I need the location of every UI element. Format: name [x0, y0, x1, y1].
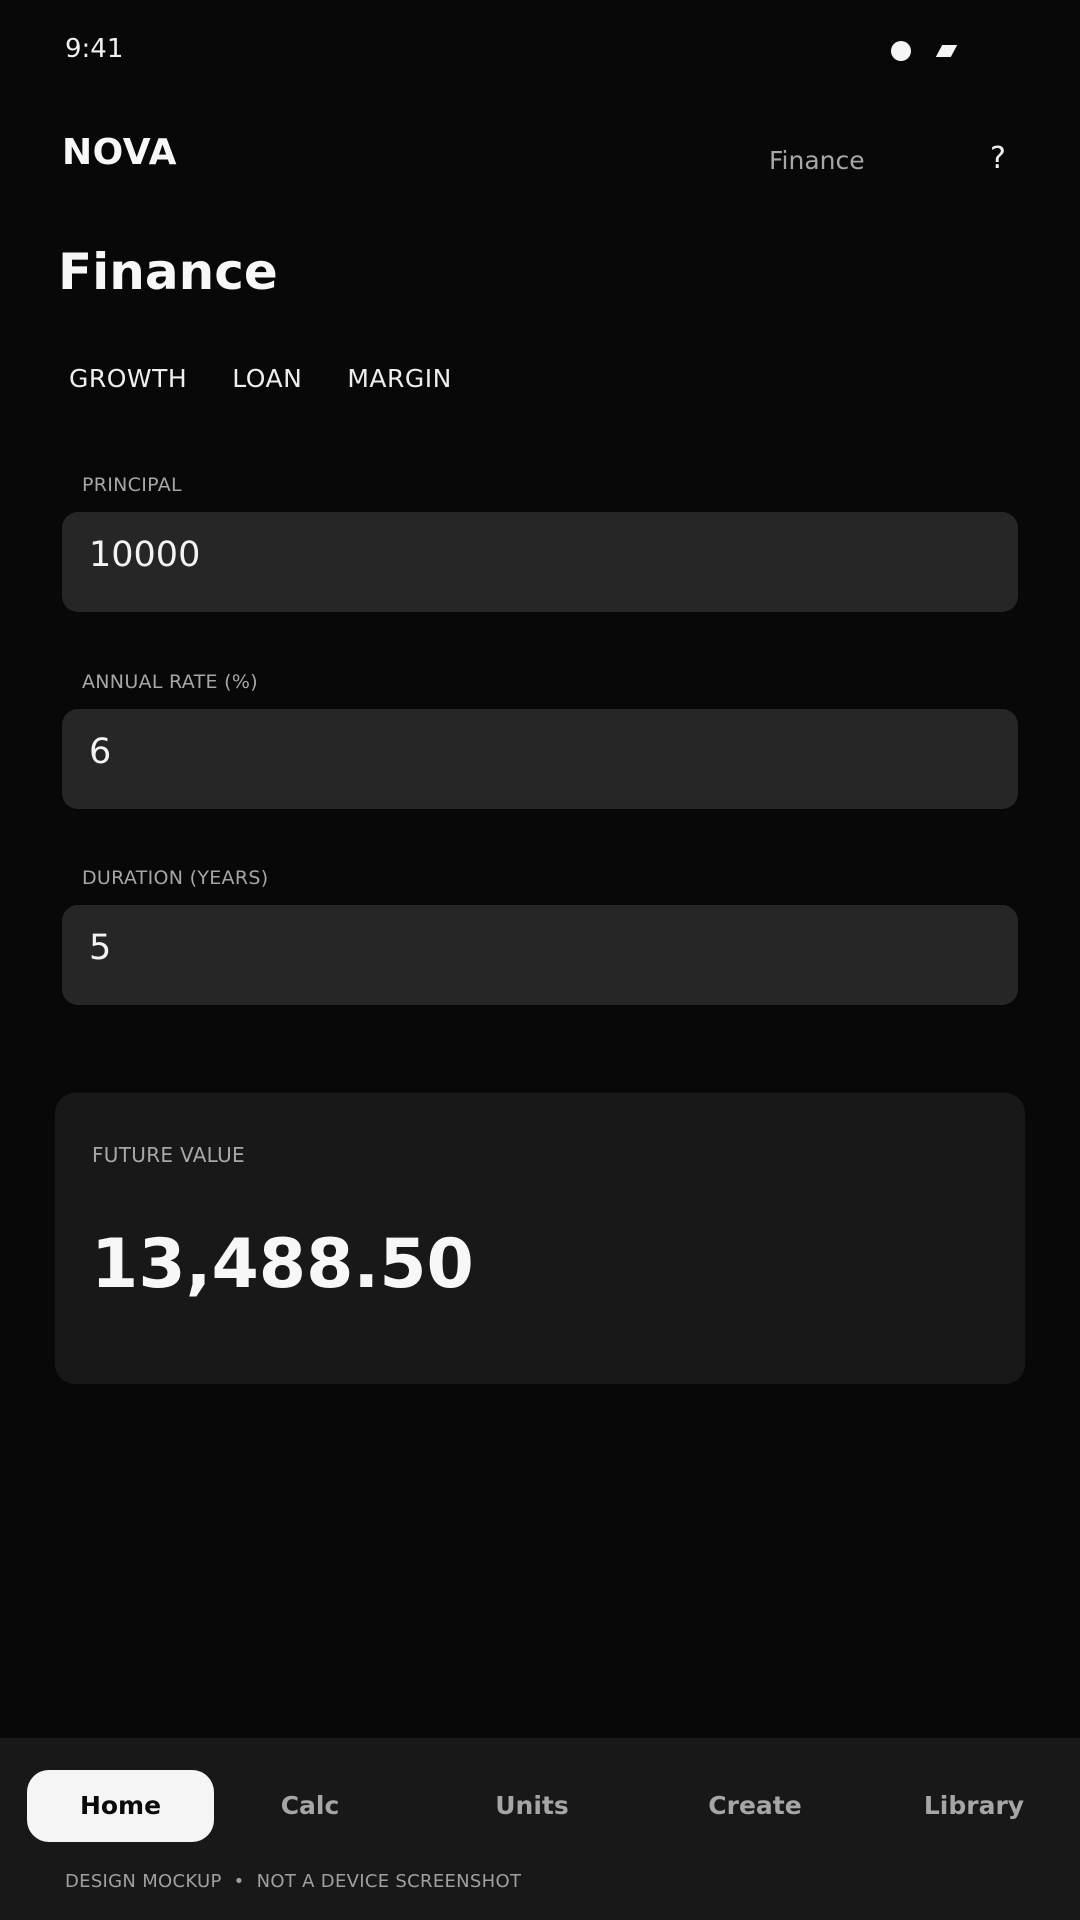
page-title: Finance — [58, 243, 278, 301]
nav-home[interactable]: Home — [27, 1770, 214, 1842]
tab-growth[interactable]: GROWTH — [69, 364, 187, 393]
tab-margin[interactable]: MARGIN — [347, 364, 452, 393]
nav-create[interactable]: Create — [685, 1770, 825, 1842]
finance-screen: 9:41 NOVA Finance ? Finance GROWTH LOAN … — [0, 0, 1080, 1920]
nav-calc[interactable]: Calc — [240, 1770, 380, 1842]
result-value: 13,488.50 — [91, 1225, 474, 1304]
annual-rate-label: ANNUAL RATE (%) — [82, 671, 258, 693]
footer-note: DESIGN MOCKUP • NOT A DEVICE SCREENSHOT — [65, 1871, 522, 1892]
status-battery-icon — [935, 45, 958, 57]
principal-label: PRINCIPAL — [82, 474, 182, 496]
mode-tabs: GROWTH LOAN MARGIN — [69, 364, 452, 393]
duration-input[interactable] — [62, 905, 1018, 1005]
brand-logo: NOVA — [62, 132, 178, 173]
annual-rate-input[interactable] — [62, 709, 1018, 809]
nav-library[interactable]: Library — [904, 1770, 1044, 1842]
help-button[interactable]: ? — [984, 138, 1012, 178]
result-label: FUTURE VALUE — [92, 1143, 245, 1167]
result-card: FUTURE VALUE 13,488.50 — [55, 1093, 1025, 1384]
nav-units[interactable]: Units — [462, 1770, 602, 1842]
status-signal-icon — [891, 41, 911, 61]
tab-loan[interactable]: LOAN — [232, 364, 302, 393]
duration-label: DURATION (YEARS) — [82, 867, 269, 889]
header-section-label: Finance — [769, 146, 865, 175]
principal-input[interactable] — [62, 512, 1018, 612]
bottom-nav: Home Calc Units Create Library DESIGN MO… — [0, 1738, 1080, 1920]
status-time: 9:41 — [65, 34, 124, 64]
